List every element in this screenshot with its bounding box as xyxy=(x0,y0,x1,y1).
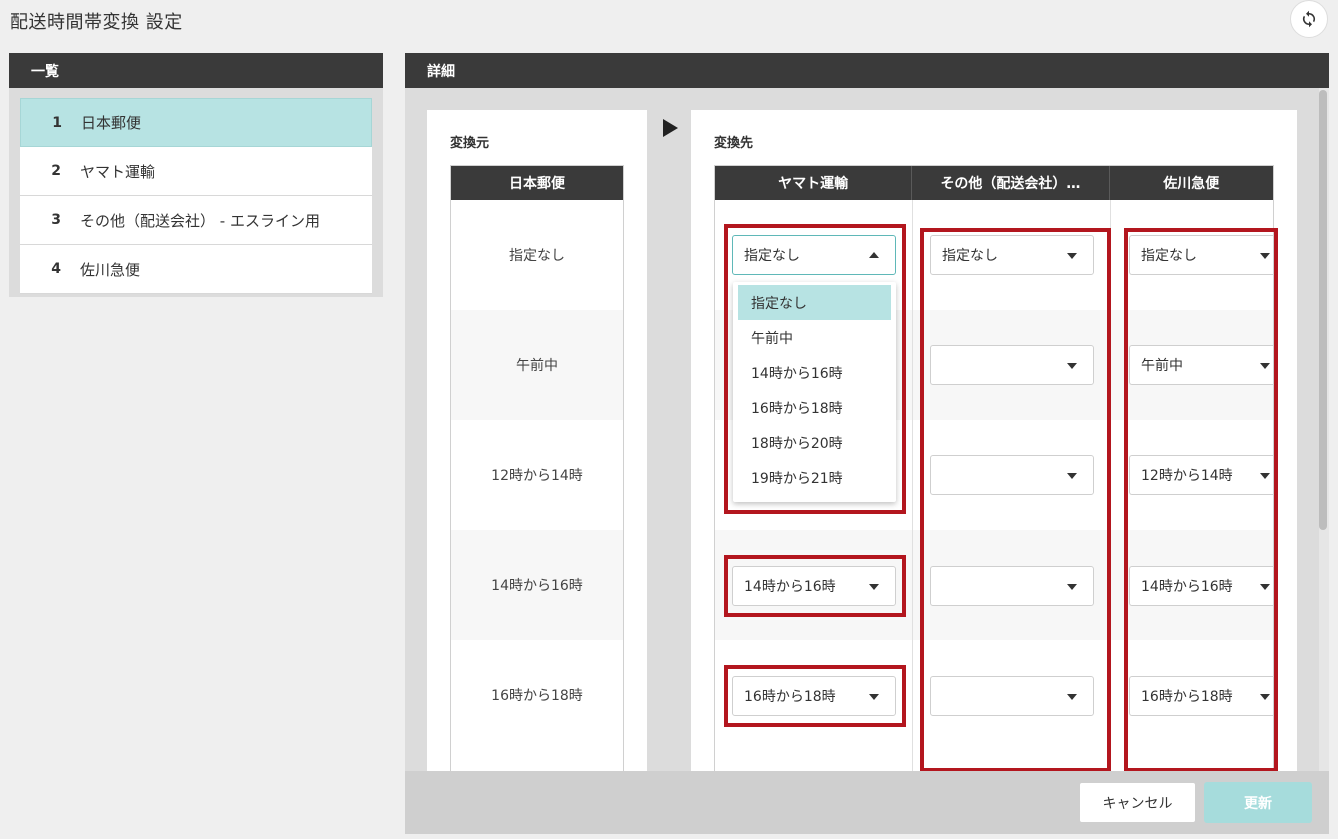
list-item-label: ヤマト運輸 xyxy=(80,162,156,181)
highlight-box xyxy=(724,555,906,617)
list-item-label: 佐川急便 xyxy=(80,260,141,279)
update-button[interactable]: 更新 xyxy=(1204,782,1312,823)
list-item-label: その他（配送会社） - エスライン用 xyxy=(80,211,320,230)
dest-column-header-sagawa: 佐川急便 xyxy=(1109,166,1273,200)
highlight-box xyxy=(724,665,906,727)
carrier-list: 1 日本郵便 2 ヤマト運輸 3 その他（配送会社） - エスライン用 4 佐川… xyxy=(20,98,372,294)
source-row: 14時から16時 xyxy=(451,530,623,640)
list-header: 一覧 xyxy=(9,53,383,88)
highlight-box xyxy=(724,224,906,514)
highlight-box xyxy=(920,228,1111,772)
dest-column-header-other: その他（配送会社）… xyxy=(912,166,1110,200)
source-row: 12時から14時 xyxy=(491,468,583,484)
source-row: 指定なし xyxy=(509,248,565,264)
list-item-number: 4 xyxy=(51,261,61,277)
detail-header: 詳細 xyxy=(405,53,1329,88)
source-table: 日本郵便 指定なし 午前中 12時から14時 14時から16時 16時から18時 xyxy=(450,165,624,771)
cancel-button[interactable]: キャンセル xyxy=(1079,782,1196,823)
list-item-sagawa[interactable]: 4 佐川急便 xyxy=(20,245,372,294)
scrollbar-thumb[interactable] xyxy=(1319,90,1327,530)
list-item-other[interactable]: 3 その他（配送会社） - エスライン用 xyxy=(20,196,372,245)
detail-scrollbar[interactable] xyxy=(1319,88,1329,771)
arrow-right-icon xyxy=(663,119,678,137)
dest-header-row: ヤマト運輸 その他（配送会社）… 佐川急便 xyxy=(715,166,1273,200)
list-item-label: 日本郵便 xyxy=(81,114,142,132)
list-item-number: 3 xyxy=(51,212,61,228)
source-row: 午前中 xyxy=(451,310,623,420)
page-title: 配送時間帯変換 設定 xyxy=(10,12,183,33)
list-panel: 一覧 1 日本郵便 2 ヤマト運輸 3 その他（配送会社） - エスライン用 4… xyxy=(9,53,383,297)
refresh-icon xyxy=(1302,10,1316,28)
list-item-number: 1 xyxy=(52,114,62,131)
column-divider xyxy=(912,200,913,771)
dest-column-header-yamato: ヤマト運輸 xyxy=(715,166,913,200)
highlight-box xyxy=(1124,228,1278,772)
source-label: 変換元 xyxy=(450,136,490,151)
refresh-button[interactable] xyxy=(1290,0,1328,38)
list-item-japan-post[interactable]: 1 日本郵便 xyxy=(20,98,372,147)
list-item-number: 2 xyxy=(51,163,61,179)
list-item-yamato[interactable]: 2 ヤマト運輸 xyxy=(20,147,372,196)
dest-label: 変換先 xyxy=(714,136,754,151)
source-column-header: 日本郵便 xyxy=(451,166,623,200)
source-row: 16時から18時 xyxy=(491,688,583,704)
